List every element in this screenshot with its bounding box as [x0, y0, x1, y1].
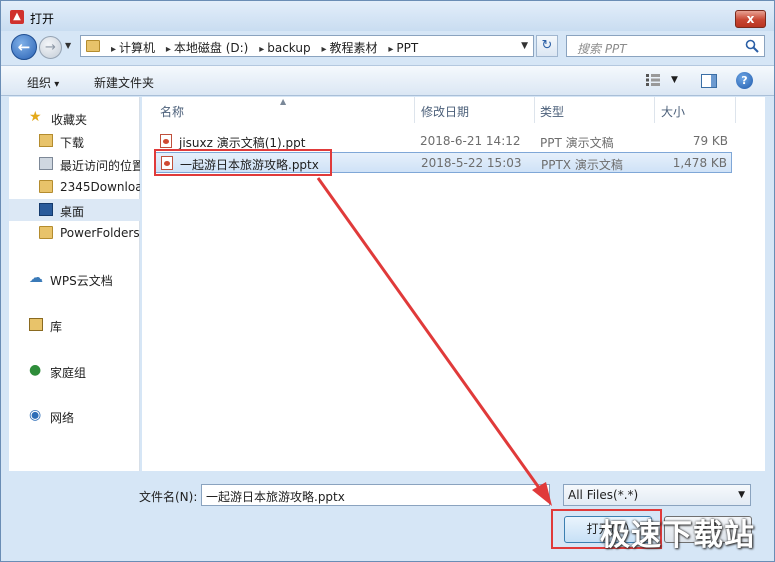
chevron-right-icon[interactable]: ▸ — [321, 44, 326, 55]
recent-places-icon — [39, 157, 53, 170]
library-icon — [29, 318, 43, 331]
search-input[interactable]: 搜索 PPT — [566, 35, 765, 57]
ppt-file-icon — [160, 134, 172, 148]
file-size: 79 KB — [692, 134, 728, 148]
folder-icon — [39, 180, 53, 193]
chevron-down-icon[interactable]: ▼ — [521, 41, 528, 51]
column-divider[interactable] — [735, 97, 736, 123]
file-date: 2018-6-21 14:12 — [420, 134, 521, 148]
preview-pane-icon[interactable] — [701, 74, 717, 88]
title-bar: ▲ 打开 x — [1, 1, 774, 31]
app-icon: ▲ — [10, 10, 24, 24]
nav-item-wps-cloud[interactable]: ☁ WPS云文档 — [9, 268, 140, 290]
address-bar[interactable]: ▸ 计算机 ▸ 本地磁盘 (D:) ▸ backup ▸ 教程素材 ▸ PPT ▼ — [80, 35, 534, 57]
file-size: 1,478 KB — [672, 156, 727, 170]
search-placeholder: 搜索 PPT — [577, 42, 627, 56]
column-header-date[interactable]: 修改日期 — [421, 103, 469, 120]
close-button[interactable]: x — [735, 10, 766, 28]
navigation-pane: ★ 收藏夹 下载 最近访问的位置 2345Downloads 桌面 PowerF… — [9, 97, 140, 471]
cloud-icon: ☁ — [29, 270, 43, 286]
folder-icon — [39, 226, 53, 239]
column-header-name[interactable]: 名称 — [160, 103, 184, 120]
search-icon[interactable] — [745, 39, 759, 53]
star-icon: ★ — [29, 109, 42, 125]
column-divider[interactable] — [654, 97, 655, 123]
back-button[interactable]: ← — [11, 34, 37, 60]
chevron-right-icon[interactable]: ▸ — [388, 44, 393, 55]
homegroup-icon: ● — [29, 362, 42, 378]
recent-pages-dropdown[interactable]: ▼ — [65, 41, 71, 50]
file-type: PPTX 演示文稿 — [541, 158, 623, 172]
nav-item-recent-places[interactable]: 最近访问的位置 — [9, 153, 140, 175]
breadcrumb-drive-d[interactable]: 本地磁盘 (D:) — [174, 41, 248, 55]
column-header-type[interactable]: 类型 — [540, 103, 564, 120]
nav-item-downloads[interactable]: 下载 — [9, 130, 140, 152]
file-type: PPT 演示文稿 — [540, 136, 614, 150]
filetype-select[interactable]: All Files(*.*) ▼ — [563, 484, 751, 506]
file-list: ▲ 名称 修改日期 类型 大小 jisuxz 演示文稿(1).ppt 2018-… — [142, 97, 765, 471]
nav-item-network[interactable]: ◉ 网络 — [9, 405, 140, 427]
chevron-right-icon[interactable]: ▸ — [111, 44, 116, 55]
breadcrumb-ppt[interactable]: PPT — [396, 41, 418, 55]
chevron-right-icon[interactable]: ▸ — [259, 44, 264, 55]
organize-menu[interactable]: 组织 — [27, 74, 59, 91]
breadcrumb-computer[interactable]: 计算机 — [119, 41, 155, 55]
file-date: 2018-5-22 15:03 — [421, 156, 522, 170]
nav-item-powerfolders[interactable]: PowerFolders — [9, 222, 140, 244]
folder-icon — [86, 40, 100, 52]
file-highlight-box — [154, 149, 332, 176]
filename-label: 文件名(N): — [139, 490, 198, 504]
chevron-down-icon: ▼ — [738, 490, 745, 500]
column-divider[interactable] — [414, 97, 415, 123]
download-folder-icon — [39, 134, 53, 147]
nav-item-2345downloads[interactable]: 2345Downloads — [9, 176, 140, 198]
chevron-down-icon[interactable]: ▼ — [671, 75, 678, 85]
filename-field[interactable]: 一起游日本旅游攻略.pptx — [201, 484, 550, 506]
command-bar: 组织 新建文件夹 ▼ ? — [1, 65, 774, 96]
forward-button[interactable]: → — [39, 36, 62, 59]
open-file-dialog: ▲ 打开 x ← → ▼ ▸ 计算机 ▸ 本地磁盘 (D:) ▸ backup ▸ 教程… — [0, 0, 775, 562]
filetype-value: All Files(*.*) — [568, 488, 639, 502]
column-header-size[interactable]: 大小 — [661, 103, 685, 120]
breadcrumb-tutorial-materials[interactable]: 教程素材 — [329, 41, 377, 55]
network-icon: ◉ — [29, 407, 42, 423]
sort-ascending-icon: ▲ — [280, 97, 287, 106]
breadcrumb-backup[interactable]: backup — [267, 41, 310, 55]
window-title: 打开 — [30, 12, 55, 26]
chevron-right-icon[interactable]: ▸ — [166, 44, 171, 55]
breadcrumb: ▸ 计算机 ▸ 本地磁盘 (D:) ▸ backup ▸ 教程素材 ▸ PPT — [107, 39, 421, 56]
nav-item-favorites[interactable]: ★ 收藏夹 — [9, 107, 140, 129]
watermark-text: 极速下载站 — [600, 518, 755, 553]
desktop-icon — [39, 203, 53, 216]
nav-item-desktop[interactable]: 桌面 — [9, 199, 140, 221]
refresh-button[interactable]: ↻ — [536, 35, 558, 57]
nav-item-homegroup[interactable]: ● 家庭组 — [9, 360, 140, 382]
nav-item-libraries[interactable]: 库 — [9, 314, 140, 336]
new-folder-button[interactable]: 新建文件夹 — [94, 74, 154, 91]
help-icon[interactable]: ? — [736, 72, 753, 89]
column-divider[interactable] — [534, 97, 535, 123]
view-options-icon[interactable] — [646, 74, 660, 86]
